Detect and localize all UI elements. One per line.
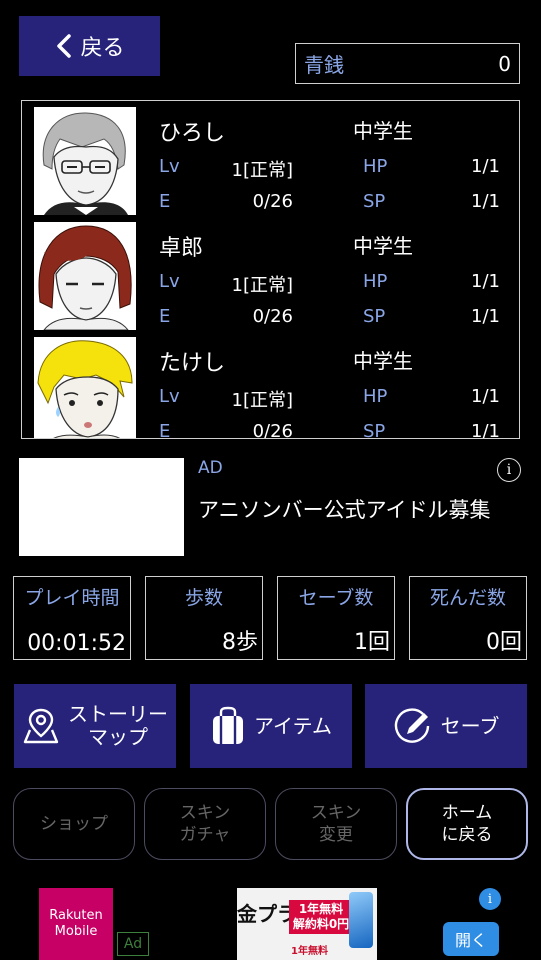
sp-value: 1/1 [471,421,500,439]
ad-image[interactable] [19,458,184,556]
member-grade: 中学生 [353,119,413,143]
death-count-box: 死んだ数 0回 [409,576,527,660]
hp-value: 1/1 [471,271,500,292]
skin-change-line1: スキン [310,802,362,823]
party-panel: ひろし 中学生 Lv 1[正常] HP 1/1 E 0/26 SP 1/1 卓郎… [21,100,520,439]
currency-display: 青銭 0 [295,43,520,84]
party-member-takeshi[interactable]: たけし 中学生 Lv 1[正常] HP 1/1 E 0/26 SP 1/1 [22,331,519,439]
save-button[interactable]: セーブ [365,684,527,768]
takuro-portrait [34,222,136,330]
stat-title: プレイ時間 [24,587,120,609]
skin-gacha-label: スキン ガチャ [180,802,231,846]
lv-value: 1[正常] [231,275,294,296]
e-label: E [159,191,171,212]
promo-line1: 1年無料 [298,902,344,916]
party-member-hiroshi[interactable]: ひろし 中学生 Lv 1[正常] HP 1/1 E 0/26 SP 1/1 [22,101,519,216]
story-map-label-line2: マップ [88,725,148,749]
story-map-label: ストーリー マップ [68,703,168,749]
chevron-left-icon [57,34,72,58]
takeshi-portrait [34,337,136,438]
ad-banner[interactable]: AD i アニソンバー公式アイドル募集 [19,458,521,558]
promo-footer: 1年無料 [291,946,328,957]
play-time-box: プレイ時間 00:01:52 [13,576,131,660]
shop-label: ショップ [40,813,108,834]
sp-label: SP [363,421,386,439]
skin-change-button[interactable]: スキン 変更 [275,788,397,860]
lv-value: 1[正常] [231,390,294,411]
brand-line1: Rakuten [49,908,103,924]
member-name: たけし [159,351,226,376]
save-label: セーブ [440,713,500,738]
bag-icon [213,706,243,744]
sp-label: SP [363,306,386,327]
member-name: ひろし [159,121,226,146]
lv-label: Lv [159,386,180,407]
skin-change-label: スキン 変更 [311,802,362,846]
ad-headline[interactable]: アニソンバー公式アイドル募集 [198,494,491,524]
lv-label: Lv [159,156,180,177]
hp-value: 1/1 [471,156,500,177]
shop-button[interactable]: ショップ [13,788,135,860]
ad-mark: Ad [117,932,149,956]
bottom-banner-ad[interactable]: Rakuten Mobile Ad 金プラン 1年無料 解約料0円 1年無料 i… [0,880,541,960]
skin-gacha-line2: ガチャ [179,825,231,845]
home-line1: ホーム [441,802,493,823]
rakuten-mobile-logo: Rakuten Mobile [39,888,113,960]
hp-value: 1/1 [471,386,500,407]
info-icon[interactable]: i [497,458,521,482]
brand-line2: Mobile [54,924,98,939]
edit-icon [394,708,429,743]
sp-label: SP [363,191,386,212]
banner-image[interactable]: 金プラン 1年無料 解約料0円 1年無料 [237,888,377,960]
skin-change-line2: 変更 [319,825,353,845]
hiroshi-portrait [34,107,136,215]
open-button[interactable]: 開く [443,922,499,956]
member-grade: 中学生 [353,234,413,258]
home-button[interactable]: ホーム に戻る [406,788,528,860]
story-map-button[interactable]: ストーリー マップ [14,684,176,768]
hp-label: HP [363,156,388,177]
e-value: 0/26 [252,191,293,212]
stat-title: セーブ数 [298,587,374,609]
stat-value: 00:01:52 [27,631,126,656]
stat-title: 歩数 [184,587,223,609]
member-grade: 中学生 [353,349,413,373]
stat-value: 1回 [354,630,390,655]
sp-value: 1/1 [471,191,500,212]
lv-label: Lv [159,271,180,292]
steps-box: 歩数 8歩 [145,576,263,660]
save-count-box: セーブ数 1回 [277,576,395,660]
item-label: アイテム [254,713,332,738]
currency-value: 0 [498,51,511,76]
lv-value: 1[正常] [231,160,294,181]
e-value: 0/26 [252,421,293,439]
e-value: 0/26 [252,306,293,327]
stat-title: 死んだ数 [429,587,506,609]
phone-image [349,892,373,948]
member-name: 卓郎 [159,236,204,261]
back-button[interactable]: 戻る [19,16,160,76]
item-button[interactable]: アイテム [190,684,352,768]
e-label: E [159,306,171,327]
skin-gacha-button[interactable]: スキン ガチャ [144,788,266,860]
story-map-label-line1: ストーリー [68,702,168,726]
stat-value: 8歩 [222,630,258,655]
e-label: E [159,421,171,439]
currency-label: 青銭 [304,53,344,77]
stat-value: 0回 [486,630,522,655]
map-pin-icon [23,708,59,744]
promo-line2: 解約料0円 [292,917,350,931]
party-member-takuro[interactable]: 卓郎 中学生 Lv 1[正常] HP 1/1 E 0/26 SP 1/1 [22,216,519,331]
back-label: 戻る [80,36,125,61]
skin-gacha-line1: スキン [179,802,231,823]
home-label: ホーム に戻る [442,802,493,846]
info-icon[interactable]: i [479,888,501,910]
sp-value: 1/1 [471,306,500,327]
hp-label: HP [363,386,388,407]
hp-label: HP [363,271,388,292]
ad-tag: AD [198,458,223,478]
home-line2: に戻る [441,825,493,845]
banner-promo: 1年無料 解約料0円 [289,900,353,934]
